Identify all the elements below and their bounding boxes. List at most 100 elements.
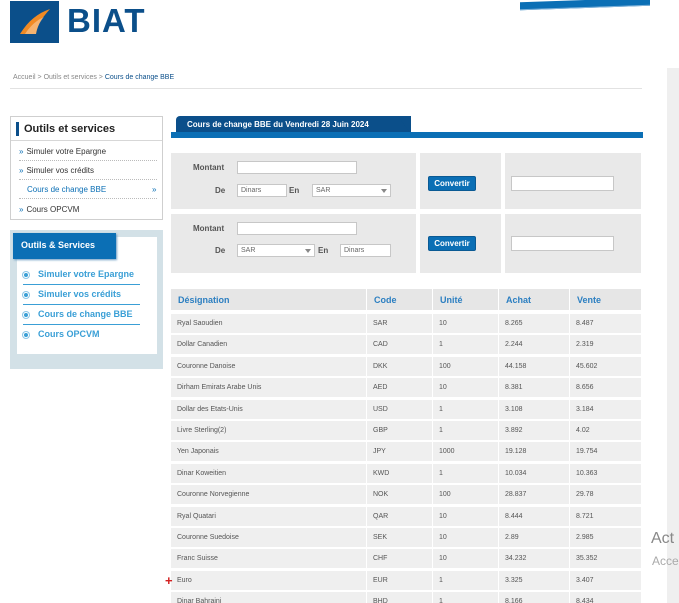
outils-item-label: Simuler votre Epargne xyxy=(26,147,107,156)
outils-item-opcvm[interactable]: » Cours OPCVM xyxy=(19,205,79,214)
bullet-icon xyxy=(23,311,29,318)
cell-designation: Couronne Suedoise xyxy=(171,528,366,547)
cell-designation: Ryal Quatari xyxy=(171,506,366,526)
outils-divider xyxy=(19,160,157,161)
outils-divider xyxy=(19,198,157,199)
cell-unite: 10 xyxy=(433,549,498,569)
col-vente: Vente xyxy=(570,289,641,310)
result-field[interactable] xyxy=(511,176,614,191)
breadcrumb-divider xyxy=(10,88,642,89)
chevron-down-icon xyxy=(305,249,311,253)
convertir-button[interactable]: Convertir xyxy=(428,236,476,251)
cell-achat: 44.158 xyxy=(499,356,569,376)
services-divider xyxy=(23,324,140,325)
services-panel: Outils & Services Simuler votre Epargne … xyxy=(10,230,163,369)
cell-code: BHD xyxy=(367,592,432,603)
cell-achat: 2.89 xyxy=(499,528,569,547)
de-label: De xyxy=(215,246,226,255)
cell-designation: Dinar Koweitien xyxy=(171,463,366,483)
cell-vente: 45.602 xyxy=(570,356,641,376)
cell-vente: 8.487 xyxy=(570,314,641,333)
montant-input[interactable] xyxy=(237,161,357,174)
to-currency-input[interactable]: Dinars xyxy=(340,244,391,257)
cell-unite: 10 xyxy=(433,528,498,547)
right-gutter xyxy=(667,68,679,603)
cell-designation: Dollar Canadien xyxy=(171,335,366,355)
outils-item-epargne[interactable]: » Simuler votre Epargne xyxy=(19,147,106,156)
brand-logo[interactable] xyxy=(10,1,59,43)
outils-item-credits[interactable]: » Simuler vos crédits xyxy=(19,166,94,175)
from-currency-value: SAR xyxy=(241,247,256,254)
bullet-icon xyxy=(23,271,29,278)
cell-achat: 19.128 xyxy=(499,442,569,462)
services-item-label: Simuler votre Epargne xyxy=(38,269,135,279)
watermark-text: Act xyxy=(651,530,675,547)
converter-button-cell-2: Convertir xyxy=(420,214,501,273)
breadcrumb: Accueil > Outils et services > Cours de … xyxy=(13,74,175,81)
result-field[interactable] xyxy=(511,236,614,251)
outils-divider xyxy=(11,140,162,141)
cell-code: JPY xyxy=(367,442,432,462)
services-item-cours-change[interactable]: Cours de change BBE xyxy=(23,309,133,319)
cell-vente: 29.78 xyxy=(570,485,641,505)
bullet-icon: » xyxy=(19,147,24,156)
cell-vente: 19.754 xyxy=(570,442,641,462)
col-code: Code xyxy=(367,289,432,310)
converter-button-cell-1: Convertir xyxy=(420,153,501,209)
cell-achat: 8.444 xyxy=(499,506,569,526)
breadcrumb-current[interactable]: Cours de change BBE xyxy=(105,74,174,81)
table-header: Désignation Code Unité Achat Vente xyxy=(171,289,641,310)
cell-code: DKK xyxy=(367,356,432,376)
bullet-icon: » xyxy=(19,205,24,214)
brand-name: BIAT xyxy=(67,2,146,39)
cell-vente: 8.721 xyxy=(570,506,641,526)
cell-unite: 1 xyxy=(433,399,498,419)
cell-designation: Livre Sterling(2) xyxy=(171,421,366,440)
bullet-icon xyxy=(23,331,29,338)
montant-input[interactable] xyxy=(237,222,357,235)
cell-code: QAR xyxy=(367,506,432,526)
cell-vente: 2.985 xyxy=(570,528,641,547)
title-bar xyxy=(171,132,643,138)
outils-item-cours-change[interactable]: Cours de change BBE » xyxy=(27,185,156,194)
cell-code: SEK xyxy=(367,528,432,547)
cell-code: NOK xyxy=(367,485,432,505)
cell-code: KWD xyxy=(367,463,432,483)
chevron-icon: » xyxy=(152,185,157,194)
converter-result-cell-1 xyxy=(505,153,641,209)
breadcrumb-home[interactable]: Accueil xyxy=(13,74,36,81)
services-item-label: Simuler vos crédits xyxy=(38,289,122,299)
breadcrumb-outils[interactable]: Outils et services xyxy=(44,74,97,81)
cell-achat: 10.034 xyxy=(499,463,569,483)
outils-item-label: Cours de change BBE xyxy=(27,185,107,194)
cell-achat: 2.244 xyxy=(499,335,569,355)
cell-designation: Dirham Emirats Arabe Unis xyxy=(171,378,366,398)
cell-code: EUR xyxy=(367,570,432,590)
cell-unite: 10 xyxy=(433,378,498,398)
outils-title: Outils et services xyxy=(16,122,115,136)
cell-designation: Couronne Norvegienne xyxy=(171,485,366,505)
from-currency-input[interactable]: Dinars xyxy=(237,184,287,197)
converter-result-cell-2 xyxy=(505,214,641,273)
services-item-opcvm[interactable]: Cours OPCVM xyxy=(23,329,100,339)
cell-achat: 8.265 xyxy=(499,314,569,333)
services-item-credits[interactable]: Simuler vos crédits xyxy=(23,289,121,299)
services-item-epargne[interactable]: Simuler votre Epargne xyxy=(23,269,134,279)
cell-vente: 3.407 xyxy=(570,570,641,590)
cell-unite: 10 xyxy=(433,506,498,526)
from-currency-select[interactable]: SAR xyxy=(237,244,315,257)
cell-achat: 8.381 xyxy=(499,378,569,398)
cell-achat: 28.837 xyxy=(499,485,569,505)
cell-vente: 2.319 xyxy=(570,335,641,355)
cell-unite: 100 xyxy=(433,356,498,376)
col-achat: Achat xyxy=(499,289,569,310)
cell-code: GBP xyxy=(367,421,432,440)
cell-unite: 1000 xyxy=(433,442,498,462)
chevron-down-icon xyxy=(381,189,387,193)
cell-code: SAR xyxy=(367,314,432,333)
cell-vente: 8.434 xyxy=(570,592,641,603)
convertir-button[interactable]: Convertir xyxy=(428,176,476,191)
to-currency-select[interactable]: SAR xyxy=(312,184,391,197)
watermark-subtext: Acce xyxy=(652,554,679,568)
page-title: Cours de change BBE du Vendredi 28 Juin … xyxy=(176,116,410,133)
